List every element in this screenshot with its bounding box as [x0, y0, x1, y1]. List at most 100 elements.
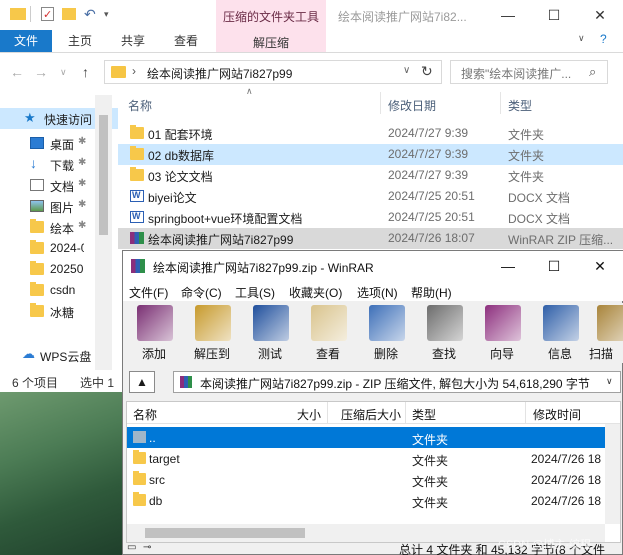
properties-icon[interactable]: ✓	[40, 6, 56, 22]
breadcrumb-chevron-icon[interactable]: ›	[132, 64, 136, 78]
folder-icon	[30, 303, 44, 317]
file-row[interactable]: biyei论文 2024/7/25 20:51 DOCX 文档	[118, 186, 623, 207]
winrar-titlebar: 绘本阅读推广网站7i827p99.zip - WinRAR — ☐ ✕	[123, 251, 623, 281]
sidebar-item-label: 2024-0	[50, 241, 84, 255]
archive-row[interactable]: .. 文件夹	[127, 427, 607, 448]
toolbar-add-archive-button[interactable]: 添加	[125, 303, 183, 363]
winrar-maximize-button[interactable]: ☐	[531, 251, 577, 281]
file-row[interactable]: 01 配套环境 2024/7/27 9:39 文件夹	[118, 123, 623, 144]
archive-item-name: src	[149, 473, 165, 487]
column-divider[interactable]	[405, 402, 406, 424]
watermark: CSDN @博主-编程	[498, 539, 592, 551]
column-packed-size[interactable]: 压缩后大小	[341, 406, 401, 423]
address-dropdown-icon[interactable]: ∨	[403, 65, 410, 76]
archive-row[interactable]: src 文件夹 2024/7/26 18	[127, 469, 607, 490]
nav-scrollbar[interactable]	[95, 95, 112, 370]
up-one-level-icon[interactable]: ▲	[129, 371, 155, 393]
help-icon[interactable]: ?	[600, 32, 607, 46]
toolbar-info-button[interactable]: 信息	[531, 303, 589, 363]
minimize-button[interactable]: —	[485, 0, 531, 30]
sidebar-item-label: 快速访问	[44, 113, 92, 127]
column-divider[interactable]	[500, 92, 501, 114]
tab-home[interactable]: 主页	[56, 30, 104, 52]
column-divider[interactable]	[327, 402, 328, 424]
file-row[interactable]: 03 论文文档 2024/7/27 9:39 文件夹	[118, 165, 623, 186]
archive-row[interactable]: target 文件夹 2024/7/26 18	[127, 448, 607, 469]
up-icon[interactable]: ↑	[82, 64, 89, 80]
back-icon[interactable]: ←	[10, 64, 24, 80]
pin-icon[interactable]: ✱	[78, 157, 86, 168]
tab-view[interactable]: 查看	[162, 30, 210, 52]
menu-help[interactable]: 帮助(H)	[411, 284, 452, 301]
file-row[interactable]: 02 db数据库 2024/7/27 9:39 文件夹	[118, 144, 623, 165]
search-input[interactable]: 搜索"绘本阅读推广... ⌕	[450, 60, 608, 84]
sidebar-item-label: csdn	[50, 283, 76, 297]
pin-icon[interactable]: ✱	[78, 199, 86, 210]
toolbar-delete-button[interactable]: 删除	[357, 303, 415, 363]
key-icon[interactable]: ⊸	[143, 542, 151, 553]
column-divider[interactable]	[525, 402, 526, 424]
column-type[interactable]: 类型	[412, 406, 436, 423]
archive-vertical-scrollbar[interactable]	[605, 424, 620, 524]
archive-row[interactable]: db 文件夹 2024/7/26 18	[127, 490, 607, 511]
test-icon	[253, 305, 289, 341]
new-folder-icon[interactable]	[62, 6, 78, 22]
nav-scroll-thumb[interactable]	[99, 115, 108, 235]
column-name[interactable]: 名称	[128, 97, 152, 114]
ribbon-expand-icon[interactable]: ∨	[578, 33, 585, 44]
word-doc-icon	[130, 211, 144, 223]
selected-count: 选中 1	[80, 376, 115, 390]
menu-favorites[interactable]: 收藏夹(O)	[289, 284, 342, 301]
archive-hscroll-thumb[interactable]	[145, 528, 305, 538]
refresh-icon[interactable]: ↻	[421, 63, 433, 80]
undo-icon[interactable]: ↶	[84, 6, 100, 22]
menu-options[interactable]: 选项(N)	[357, 284, 398, 301]
recent-dropdown-icon[interactable]: ∨	[60, 67, 67, 78]
column-modified[interactable]: 修改时间	[533, 406, 581, 423]
pin-icon[interactable]: ✱	[78, 178, 86, 189]
close-button[interactable]: ✕	[577, 0, 623, 30]
toolbar-wizard-button[interactable]: 向导	[473, 303, 531, 363]
file-row[interactable]: springboot+vue环境配置文档 2024/7/25 20:51 DOCX …	[118, 207, 623, 228]
qa-dropdown-icon[interactable]: ▾	[104, 6, 120, 22]
breadcrumb-path[interactable]: 绘本阅读推广网站7i827p99	[147, 65, 292, 82]
add-archive-icon	[137, 305, 173, 341]
winrar-close-button[interactable]: ✕	[577, 251, 623, 281]
file-type: 文件夹	[508, 149, 545, 163]
address-bar[interactable]: › 绘本阅读推广网站7i827p99 ∨ ↻	[104, 60, 442, 84]
explorer-folder-icon	[10, 6, 26, 22]
forward-icon[interactable]: →	[34, 64, 48, 80]
menu-file[interactable]: 文件(F)	[129, 284, 168, 301]
pin-icon[interactable]: ✱	[78, 220, 86, 231]
toolbar-find-button[interactable]: 查找	[415, 303, 473, 363]
column-type[interactable]: 类型	[508, 97, 532, 114]
winrar-minimize-button[interactable]: —	[485, 251, 531, 281]
toolbar-extract-to-button[interactable]: 解压到	[183, 303, 241, 363]
search-placeholder: 搜索"绘本阅读推广...	[461, 67, 572, 81]
folder-icon	[30, 282, 44, 296]
drive-icon[interactable]: ▭	[127, 542, 136, 553]
column-divider[interactable]	[380, 92, 381, 114]
document-icon	[30, 179, 44, 191]
column-size[interactable]: 大小	[297, 406, 321, 423]
maximize-button[interactable]: ☐	[531, 0, 577, 30]
search-icon[interactable]: ⌕	[589, 64, 596, 80]
tab-file[interactable]: 文件	[0, 30, 52, 52]
archive-item-type: 文件夹	[412, 433, 449, 447]
file-type: WinRAR ZIP 压缩...	[508, 233, 614, 247]
toolbar-label: 查看	[315, 347, 340, 361]
toolbar-scan-button[interactable]: 扫描	[589, 303, 623, 363]
column-name[interactable]: 名称	[133, 406, 157, 423]
winrar-logo-icon	[131, 259, 145, 273]
path-dropdown-icon[interactable]: ∨	[606, 376, 613, 387]
pin-icon[interactable]: ✱	[78, 136, 86, 147]
tab-share[interactable]: 共享	[110, 30, 156, 52]
file-row[interactable]: 绘本阅读推广网站7i827p99 2024/7/26 18:07 WinRAR ZI…	[118, 228, 623, 249]
menu-tools[interactable]: 工具(S)	[235, 284, 275, 301]
menu-commands[interactable]: 命令(C)	[181, 284, 222, 301]
toolbar-view-button[interactable]: 查看	[299, 303, 357, 363]
desktop-icon	[30, 137, 44, 149]
toolbar-test-button[interactable]: 测试	[241, 303, 299, 363]
archive-path-dropdown[interactable]: 本阅读推广网站7i827p99.zip - ZIP 压缩文件, 解包大小为 54…	[173, 371, 621, 393]
column-date[interactable]: 修改日期	[388, 97, 436, 114]
